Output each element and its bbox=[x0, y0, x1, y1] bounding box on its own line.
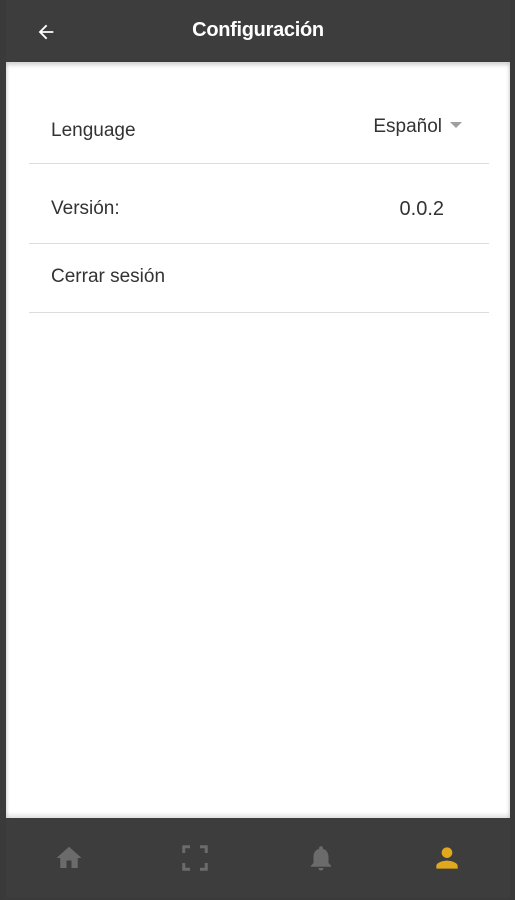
person-icon bbox=[436, 847, 458, 869]
nav-profile[interactable] bbox=[384, 818, 510, 898]
language-row: Lenguage Español bbox=[29, 94, 489, 164]
page-title: Configuración bbox=[192, 19, 324, 41]
settings-content: Lenguage Español Versión: 0.0.2 Cerrar s… bbox=[6, 62, 510, 818]
nav-home[interactable] bbox=[6, 818, 132, 898]
version-value: 0.0.2 bbox=[399, 198, 444, 220]
logout-label: Cerrar sesión bbox=[51, 266, 166, 287]
dropdown-caret-icon bbox=[450, 122, 462, 128]
nav-notifications[interactable] bbox=[258, 818, 384, 898]
version-row: Versión: 0.0.2 bbox=[29, 164, 489, 244]
app-frame: Configuración Lenguage Español Versión: … bbox=[0, 0, 515, 900]
language-value: Español bbox=[373, 116, 442, 137]
home-icon bbox=[56, 846, 82, 868]
scan-icon bbox=[182, 845, 208, 871]
nav-scan[interactable] bbox=[132, 818, 258, 898]
app-header: Configuración bbox=[6, 0, 510, 62]
logout-row[interactable]: Cerrar sesión bbox=[29, 244, 489, 313]
language-select[interactable]: Español bbox=[373, 116, 462, 138]
version-label: Versión: bbox=[51, 198, 120, 219]
bell-icon bbox=[311, 846, 331, 871]
bottom-nav bbox=[6, 818, 510, 898]
language-label: Lenguage bbox=[51, 120, 136, 141]
